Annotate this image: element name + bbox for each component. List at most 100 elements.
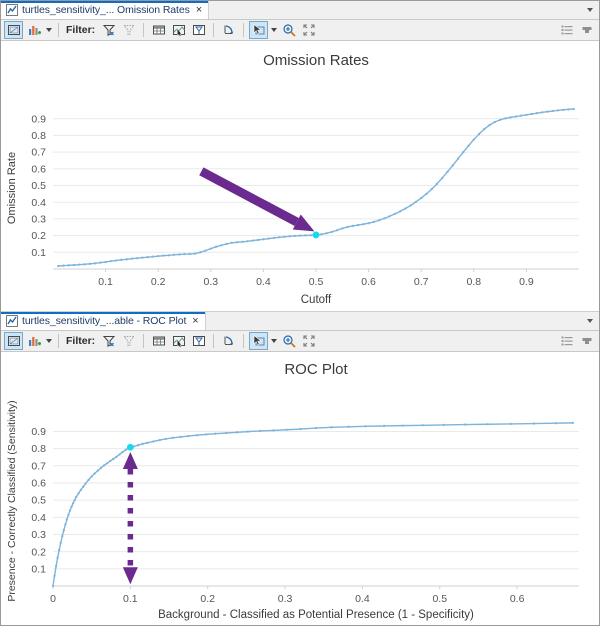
legend-list-button[interactable] xyxy=(557,332,576,350)
svg-text:0.6: 0.6 xyxy=(510,593,525,605)
create-chart-button[interactable] xyxy=(24,332,43,350)
svg-text:0.1: 0.1 xyxy=(31,563,46,575)
roc-plot-panel: turtles_sensitivity_...able - ROC Plot × xyxy=(1,312,599,625)
svg-text:Presence - Correctly Classifie: Presence - Correctly Classified (Sensiti… xyxy=(6,400,18,601)
svg-text:0.3: 0.3 xyxy=(31,529,46,541)
svg-text:0.9: 0.9 xyxy=(31,113,46,125)
toolbar-separator xyxy=(243,23,244,37)
svg-text:Omission Rate: Omission Rate xyxy=(6,152,18,224)
refresh-button[interactable] xyxy=(219,332,238,350)
explore-pointer-button[interactable] xyxy=(249,332,268,350)
svg-text:0.1: 0.1 xyxy=(31,247,46,259)
svg-text:0.2: 0.2 xyxy=(151,276,166,288)
tabstrip-filler xyxy=(209,1,581,19)
tab-omission-rates[interactable]: turtles_sensitivity_... Omission Rates × xyxy=(1,1,209,19)
explore-pointer-button[interactable] xyxy=(249,21,268,39)
svg-text:0.5: 0.5 xyxy=(432,593,447,605)
svg-text:ROC Plot: ROC Plot xyxy=(284,361,348,378)
svg-text:0.3: 0.3 xyxy=(31,213,46,225)
tab-overflow-menu-button[interactable] xyxy=(581,312,599,330)
svg-text:0.7: 0.7 xyxy=(31,147,46,159)
tabstrip-filler xyxy=(206,312,581,330)
line-chart-icon xyxy=(6,4,18,16)
svg-text:0.4: 0.4 xyxy=(256,276,271,288)
selection-tool-button[interactable] xyxy=(189,332,208,350)
svg-text:0.7: 0.7 xyxy=(414,276,429,288)
toolbar-separator xyxy=(58,23,59,37)
toolbar-separator xyxy=(143,334,144,348)
chevron-down-icon xyxy=(46,28,52,32)
toolbar-separator xyxy=(143,23,144,37)
svg-text:0.8: 0.8 xyxy=(31,443,46,455)
zoom-in-button[interactable] xyxy=(279,21,298,39)
chevron-down-icon xyxy=(587,8,593,12)
open-table-button[interactable] xyxy=(4,21,23,39)
svg-text:0.5: 0.5 xyxy=(31,495,46,507)
tab-label: turtles_sensitivity_... Omission Rates xyxy=(22,4,190,16)
toolbar-separator xyxy=(213,23,214,37)
svg-text:Cutoff: Cutoff xyxy=(301,294,332,306)
omission-rates-chart[interactable]: 0.10.20.30.40.50.60.70.80.90.10.20.30.40… xyxy=(1,41,599,312)
toolbar-separator xyxy=(58,334,59,348)
select-features-button[interactable] xyxy=(169,332,188,350)
svg-text:0.8: 0.8 xyxy=(466,276,481,288)
chart-window: turtles_sensitivity_... Omission Rates × xyxy=(0,0,600,626)
select-features-button[interactable] xyxy=(169,21,188,39)
tab-overflow-menu-button[interactable] xyxy=(581,1,599,19)
legend-list-button[interactable] xyxy=(557,21,576,39)
clear-filter-button[interactable] xyxy=(119,332,138,350)
show-table-button[interactable] xyxy=(149,332,168,350)
explore-pointer-dropdown[interactable] xyxy=(269,332,278,350)
tab-roc-plot[interactable]: turtles_sensitivity_...able - ROC Plot × xyxy=(1,312,206,330)
toolbar-top: Filter: xyxy=(1,20,599,41)
filter-builder-button[interactable] xyxy=(99,332,118,350)
svg-text:Omission Rates: Omission Rates xyxy=(263,52,369,69)
show-table-button[interactable] xyxy=(149,21,168,39)
chevron-down-icon xyxy=(46,339,52,343)
tab-label: turtles_sensitivity_...able - ROC Plot xyxy=(22,315,186,327)
svg-text:0.4: 0.4 xyxy=(355,593,370,605)
close-icon[interactable]: × xyxy=(196,5,202,16)
roc-plot-chart[interactable]: 0.10.20.30.40.50.60.70.80.900.10.20.30.4… xyxy=(1,352,599,624)
full-extent-button[interactable] xyxy=(299,332,318,350)
close-icon[interactable]: × xyxy=(192,316,198,327)
panel-options-button[interactable] xyxy=(577,21,596,39)
svg-text:0.4: 0.4 xyxy=(31,512,46,524)
create-chart-dropdown[interactable] xyxy=(44,21,53,39)
svg-text:0.4: 0.4 xyxy=(31,197,46,209)
tabstrip-bottom: turtles_sensitivity_...able - ROC Plot × xyxy=(1,312,599,331)
selection-tool-button[interactable] xyxy=(189,21,208,39)
svg-text:0.6: 0.6 xyxy=(361,276,376,288)
svg-text:0.1: 0.1 xyxy=(98,276,113,288)
clear-filter-button[interactable] xyxy=(119,21,138,39)
chevron-down-icon xyxy=(271,28,277,32)
create-chart-button[interactable] xyxy=(24,21,43,39)
zoom-in-button[interactable] xyxy=(279,332,298,350)
filter-label: Filter: xyxy=(66,335,95,347)
open-table-button[interactable] xyxy=(4,332,23,350)
svg-text:0.6: 0.6 xyxy=(31,163,46,175)
toolbar-separator xyxy=(213,334,214,348)
filter-builder-button[interactable] xyxy=(99,21,118,39)
panel-options-button[interactable] xyxy=(577,332,596,350)
svg-text:0.1: 0.1 xyxy=(123,593,138,605)
full-extent-button[interactable] xyxy=(299,21,318,39)
svg-text:0.5: 0.5 xyxy=(31,180,46,192)
explore-pointer-dropdown[interactable] xyxy=(269,21,278,39)
svg-text:0.9: 0.9 xyxy=(31,426,46,438)
toolbar-bottom: Filter: xyxy=(1,331,599,352)
refresh-button[interactable] xyxy=(219,21,238,39)
chevron-down-icon xyxy=(271,339,277,343)
svg-text:0.3: 0.3 xyxy=(278,593,293,605)
chevron-down-icon xyxy=(587,319,593,323)
svg-text:0: 0 xyxy=(50,593,56,605)
create-chart-dropdown[interactable] xyxy=(44,332,53,350)
svg-text:0.5: 0.5 xyxy=(309,276,324,288)
svg-text:0.8: 0.8 xyxy=(31,130,46,142)
svg-text:0.6: 0.6 xyxy=(31,478,46,490)
tabstrip-top: turtles_sensitivity_... Omission Rates × xyxy=(1,1,599,20)
svg-text:0.9: 0.9 xyxy=(519,276,534,288)
line-chart-icon xyxy=(6,315,18,327)
svg-text:Background - Classified as Pot: Background - Classified as Potential Pre… xyxy=(158,609,474,621)
filter-label: Filter: xyxy=(66,24,95,36)
